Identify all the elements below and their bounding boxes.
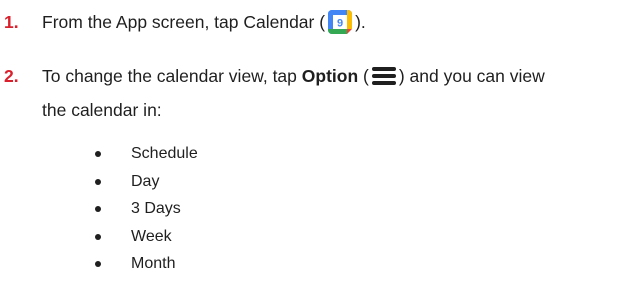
calendar-view-list: Schedule Day 3 Days Week Month [92, 140, 198, 278]
step-text-after: ) and you can view [398, 66, 545, 86]
list-item: 3 Days [92, 195, 198, 223]
google-calendar-icon: 9 [328, 10, 353, 34]
step-text-before: From the App screen, tap Calendar ( [42, 12, 326, 32]
step-text-continuation: the calendar in: [42, 100, 162, 120]
step-text-before: To change the calendar view, tap [42, 66, 302, 86]
step-text: From the App screen, tap Calendar ( 9 ). [42, 7, 366, 37]
step-text: To change the calendar view, tap Option … [42, 61, 545, 91]
list-item: Schedule [92, 140, 198, 168]
paren-open: ( [363, 66, 369, 86]
option-label: Option [301, 66, 359, 86]
step-number: 1. [4, 12, 19, 32]
step-number: 2. [4, 66, 19, 86]
calendar-icon-digit: 9 [337, 18, 343, 30]
step-text-after: ). [355, 12, 366, 32]
list-item: Day [92, 168, 198, 196]
hamburger-menu-icon [371, 66, 397, 86]
list-item: Week [92, 223, 198, 251]
list-item: Month [92, 250, 198, 278]
